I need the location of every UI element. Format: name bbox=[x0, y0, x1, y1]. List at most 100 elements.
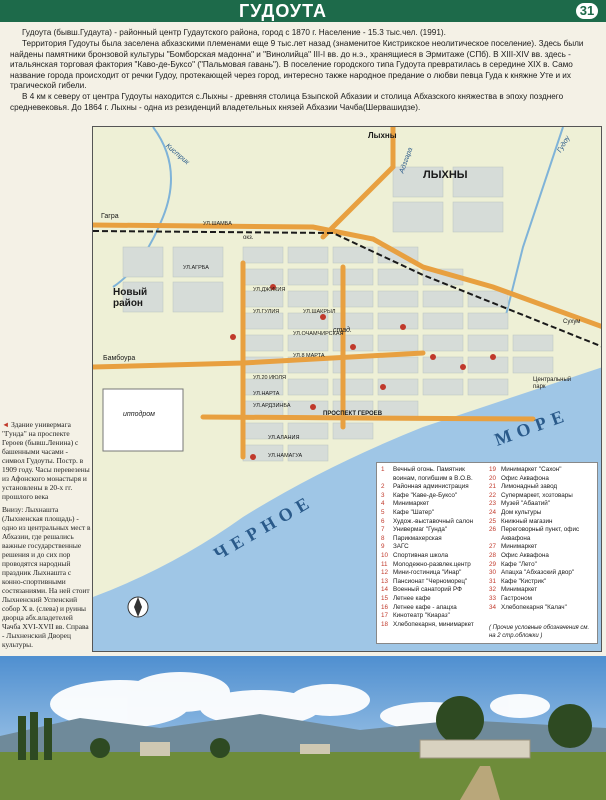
cathedral-building bbox=[140, 742, 170, 756]
legend-text: Военный санаторий РФ bbox=[393, 586, 462, 594]
street-label: УЛ.НАРТА bbox=[253, 391, 280, 397]
legend-number: 20 bbox=[489, 474, 497, 482]
legend-note: ( Прочие условные обозначения см. на 2 с… bbox=[489, 625, 590, 639]
new-district-label: Новый район bbox=[113, 287, 147, 309]
legend-number: 24 bbox=[489, 508, 497, 516]
legend-text: Мини-гостиница "Инар" bbox=[393, 569, 462, 577]
legend-text: Летнее кафе bbox=[393, 594, 431, 602]
legend-item: 15 Летнее кафе bbox=[381, 595, 489, 604]
legend-item: 27 Минимаркет bbox=[489, 543, 597, 552]
legend-item: 19 Минимаркет "Сахон" bbox=[489, 466, 597, 475]
legend-text: Офис Аквафона bbox=[501, 551, 549, 559]
legend-text: Хлебопекарня "Калач" bbox=[501, 603, 567, 611]
legend-item: 31 Кафе "Кистрик" bbox=[489, 578, 597, 587]
legend-text: Районная администрация bbox=[393, 483, 469, 491]
panorama-svg bbox=[0, 656, 606, 800]
legend-item: 33 Гастроном bbox=[489, 595, 597, 604]
arrow-left-icon: ◄ bbox=[2, 420, 12, 429]
legend-number: 13 bbox=[381, 577, 389, 585]
legend-item: 18 Хлебопекарня, минимаркет bbox=[381, 621, 489, 630]
page-header: ГУДОУТА 31 bbox=[0, 0, 606, 22]
legend-text: Минимаркет bbox=[501, 543, 538, 551]
street-label: УЛ.АРДЗИНБА bbox=[253, 403, 291, 409]
legend-number: 3 bbox=[381, 491, 385, 499]
legend-number: 26 bbox=[489, 526, 497, 534]
street-label: УЛ.8 МАРТА bbox=[293, 353, 325, 359]
legend-item: 29 Кафе "Лето" bbox=[489, 561, 597, 570]
legend-item: 3 Кафе "Каве-де-Буксо" bbox=[381, 492, 489, 501]
legend-number: 27 bbox=[489, 543, 497, 551]
legend-item: 9 ЗАГС bbox=[381, 543, 489, 552]
new-district-line: район bbox=[113, 298, 143, 309]
central-park-label: Центральный парк bbox=[533, 377, 572, 390]
legend-text: Кинотеатр "Киараз" bbox=[393, 612, 450, 620]
legend-number: 4 bbox=[381, 500, 385, 508]
legend-text: Офис Аквафона bbox=[501, 474, 549, 482]
legend-number: 12 bbox=[381, 569, 389, 577]
legend-number: 19 bbox=[489, 466, 497, 473]
legend-number: 29 bbox=[489, 560, 497, 568]
legend-text: Минимаркет bbox=[501, 586, 538, 594]
legend-number: 11 bbox=[381, 560, 388, 568]
photo-captions: ◄ Здание универмага "Гунда" на проспекте… bbox=[2, 420, 92, 653]
legend-column: 1 Вечный огонь. Памятник воинам, погибшим… bbox=[381, 466, 489, 629]
legend-text: Кафе "Кистрик" bbox=[501, 577, 547, 585]
legend-item: 12 Мини-гостиница "Инар" bbox=[381, 569, 489, 578]
legend-text: Универмаг "Гунда" bbox=[393, 526, 448, 534]
legend-text: Парикмахерская bbox=[393, 534, 442, 542]
legend-number: 10 bbox=[381, 551, 389, 559]
street-label: УЛ.ГУЛИЯ bbox=[253, 309, 280, 315]
legend-column: 19 Минимаркет "Сахон" 20 Офис Аквафона 21 Лим… bbox=[489, 466, 597, 612]
legend-item: 5 Кафе "Шатер" bbox=[381, 509, 489, 518]
legend-item: 6 Худож.-выставочный салон bbox=[381, 518, 489, 527]
legend-item: 30 Апацха "Абхазский двор" bbox=[489, 569, 597, 578]
hippodrome bbox=[102, 388, 184, 452]
legend-text: Спортивная школа bbox=[393, 551, 449, 559]
intro-paragraph: Гудоута (бывш.Гудаута) - районный центр … bbox=[22, 28, 446, 37]
street-label: ПРОСПЕКТ ГЕРОЕВ bbox=[323, 411, 383, 417]
page-title: ГУДОУТА bbox=[239, 1, 327, 21]
legend-text: Минимаркет "Сахон" bbox=[501, 466, 562, 473]
ruins bbox=[300, 744, 330, 754]
legend-number: 18 bbox=[381, 620, 389, 628]
caption-lykhnashta: Внизу: Лыхнашта (Лыхненская площадь) - о… bbox=[2, 505, 91, 649]
intro-paragraph: В 4 км к северу от центра Гудоуты находи… bbox=[10, 92, 564, 112]
legend-text: Переговорный пункт, офис Аквафона bbox=[501, 526, 580, 542]
legend-number: 33 bbox=[489, 594, 497, 602]
legend-item: 8 Парикмахерская bbox=[381, 535, 489, 544]
caption-univermag: ◄ Здание универмага "Гунда" на проспекте… bbox=[2, 420, 92, 501]
street-label: УЛ.ШАМБА bbox=[203, 221, 232, 227]
legend-number: 6 bbox=[381, 517, 385, 525]
hippodrome-label: ипподром bbox=[123, 411, 155, 418]
legend-item: 32 Минимаркет bbox=[489, 586, 597, 595]
station-label: окз. bbox=[243, 235, 254, 241]
legend-item: 14 Военный санаторий РФ bbox=[381, 586, 489, 595]
legend-item: 2 Районная администрация bbox=[381, 483, 489, 492]
legend-number: 15 bbox=[381, 594, 389, 602]
sukhum-label: Сухум bbox=[563, 319, 581, 325]
street-label: УЛ.АЛАНИЯ bbox=[268, 435, 300, 441]
legend-item: 17 Кинотеатр "Киараз" bbox=[381, 612, 489, 621]
legend-item: 20 Офис Аквафона bbox=[489, 475, 597, 484]
map-legend: 1 Вечный огонь. Памятник воинам, погибшим… bbox=[376, 462, 598, 644]
legend-text: Музей "Абаатий" bbox=[501, 500, 550, 508]
legend-number: 14 bbox=[381, 586, 389, 594]
legend-text: Летнее кафе - апацха bbox=[393, 603, 457, 611]
new-district-line: Новый bbox=[113, 287, 148, 298]
legend-item: 16 Летнее кафе - апацха bbox=[381, 604, 489, 613]
legend-number: 16 bbox=[381, 603, 389, 611]
legend-item: 11 Молодежно-развлек.центр bbox=[381, 561, 489, 570]
legend-number: 31 bbox=[489, 577, 497, 585]
legend-text: Кафе "Шатер" bbox=[393, 508, 435, 516]
legend-number: 34 bbox=[489, 603, 497, 611]
legend-number: 17 bbox=[381, 612, 389, 620]
legend-item: 4 Минимаркет bbox=[381, 500, 489, 509]
palace-building bbox=[419, 739, 531, 759]
legend-number: 7 bbox=[381, 526, 385, 534]
field bbox=[0, 752, 606, 800]
legend-text: Вечный огонь. Памятник воинам, погибшим … bbox=[393, 466, 473, 482]
legend-number: 23 bbox=[489, 500, 497, 508]
legend-number: 25 bbox=[489, 517, 497, 525]
gagra-label: Гагра bbox=[101, 213, 119, 220]
legend-text: Лимонадный завод bbox=[501, 483, 558, 491]
